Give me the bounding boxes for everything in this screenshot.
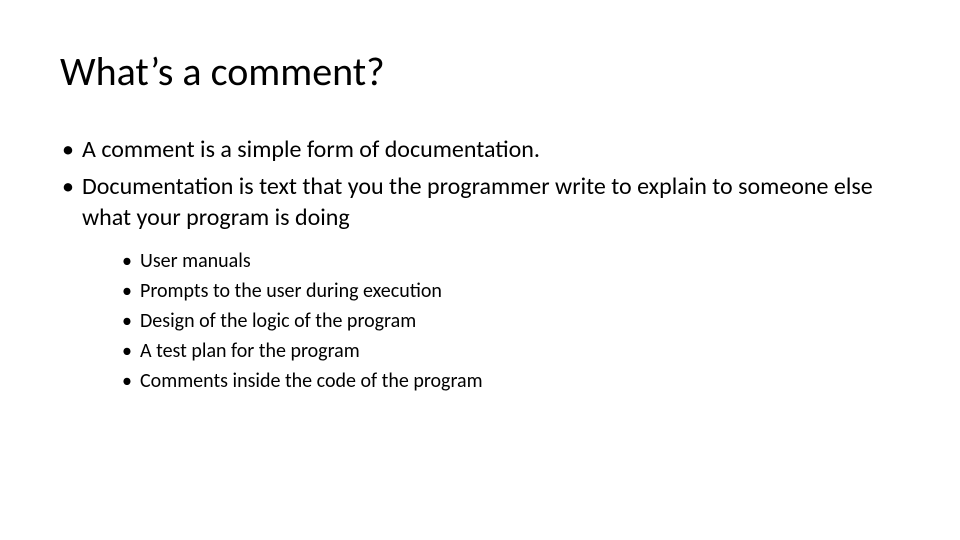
- bullet-item: A comment is a simple form of documentat…: [60, 134, 900, 165]
- sub-bullet-item: Design of the logic of the program: [120, 308, 900, 334]
- bullet-list: A comment is a simple form of documentat…: [60, 134, 900, 394]
- sub-bullet-item: A test plan for the program: [120, 338, 900, 364]
- sub-bullet-item: User manuals: [120, 248, 900, 274]
- sub-bullet-list: User manuals Prompts to the user during …: [120, 248, 900, 394]
- sub-bullet-text: User manuals: [140, 249, 251, 273]
- sub-bullet-item: Comments inside the code of the program: [120, 368, 900, 394]
- slide: What’s a comment? A comment is a simple …: [0, 0, 960, 540]
- bullet-text: Documentation is text that you the progr…: [82, 172, 873, 232]
- bullet-item: Documentation is text that you the progr…: [60, 171, 900, 393]
- bullet-text: A comment is a simple form of documentat…: [82, 135, 540, 164]
- sub-bullet-text: Comments inside the code of the program: [140, 369, 483, 393]
- sub-bullet-text: Design of the logic of the program: [140, 309, 416, 333]
- slide-title: What’s a comment?: [60, 50, 900, 94]
- sub-bullet-text: Prompts to the user during execution: [140, 279, 442, 303]
- sub-bullet-item: Prompts to the user during execution: [120, 278, 900, 304]
- sub-bullet-text: A test plan for the program: [140, 339, 360, 363]
